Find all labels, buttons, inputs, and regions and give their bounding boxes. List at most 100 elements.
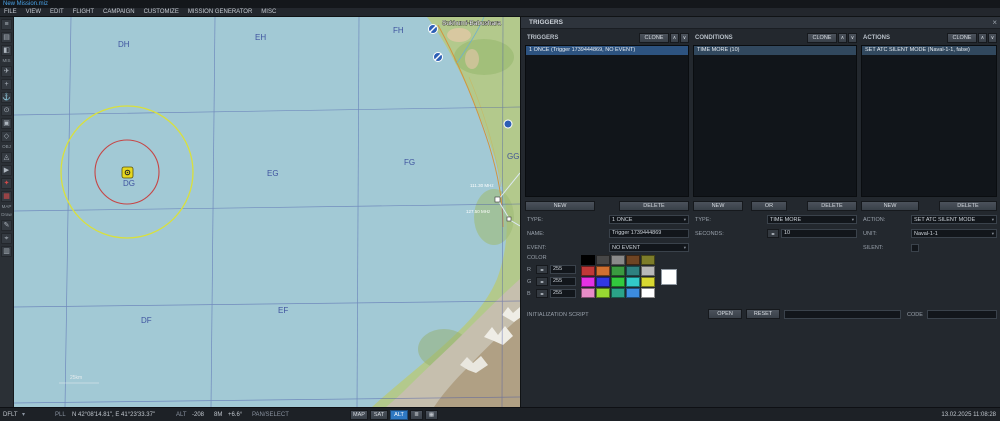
conditions-list[interactable]: TIME MORE (10) xyxy=(693,45,857,197)
close-icon[interactable]: × xyxy=(992,18,997,27)
palette-color-16[interactable] xyxy=(596,288,610,298)
palette-color-0[interactable] xyxy=(581,255,595,265)
palette-color-11[interactable] xyxy=(596,277,610,287)
condition-type-dropdown[interactable]: TIME MORE ▾ xyxy=(767,215,857,224)
open-script-button[interactable]: OPEN xyxy=(708,309,742,319)
delete-action-button[interactable]: DELETE xyxy=(939,201,997,211)
toolbar-add-template-icon[interactable]: ◇ xyxy=(1,131,12,142)
sat-layer-button[interactable]: SAT xyxy=(370,410,388,420)
palette-color-1[interactable] xyxy=(596,255,610,265)
chevron-down-icon[interactable]: ∨ xyxy=(848,33,857,43)
action-list-item[interactable]: SET ATC SILENT MODE (Naval-1-1, false) xyxy=(862,46,996,55)
palette-color-17[interactable] xyxy=(611,288,625,298)
palette-color-6[interactable] xyxy=(596,266,610,276)
reset-script-button[interactable]: RESET xyxy=(746,309,780,319)
palette-color-15[interactable] xyxy=(581,288,595,298)
clone-trigger-button[interactable]: CLONE xyxy=(639,33,669,43)
toolbar-bullseye-icon[interactable]: ✦ xyxy=(1,178,12,189)
silent-checkbox[interactable] xyxy=(911,244,919,252)
delete-trigger-button[interactable]: DELETE xyxy=(619,201,689,211)
grid-toggle-icon[interactable]: ▦ xyxy=(425,410,438,420)
palette-color-2[interactable] xyxy=(611,255,625,265)
beacon-icon[interactable] xyxy=(503,119,513,129)
menu-item-campaign[interactable]: CAMPAIGN xyxy=(103,9,135,15)
palette-color-13[interactable] xyxy=(626,277,640,287)
unit-icon[interactable] xyxy=(121,166,134,179)
or-condition-button[interactable]: OR xyxy=(751,201,787,211)
airfield-icon[interactable] xyxy=(433,52,443,62)
map-layer-button[interactable]: MAP xyxy=(350,410,368,420)
alt-layer-button[interactable]: ALT xyxy=(390,410,408,420)
toolbar-file-icon[interactable]: ▤ xyxy=(1,32,12,43)
menu-item-edit[interactable]: EDIT xyxy=(50,9,64,15)
toolbar-add-helicopter-icon[interactable]: + xyxy=(1,79,12,90)
chevron-down-icon[interactable]: ▾ xyxy=(22,408,25,421)
toolbar-add-trigger-zone-icon[interactable]: ◬ xyxy=(1,152,12,163)
palette-color-9[interactable] xyxy=(641,266,655,276)
blue-stepper[interactable]: ◂▸ xyxy=(536,289,548,298)
trigger-type-dropdown[interactable]: 1 ONCE ▾ xyxy=(609,215,689,224)
trigger-name-input[interactable]: Trigger 1739444869 xyxy=(609,229,689,238)
palette-color-7[interactable] xyxy=(611,266,625,276)
toolbar-add-waypoint-icon[interactable]: ▶ xyxy=(1,165,12,176)
green-stepper[interactable]: ◂▸ xyxy=(536,277,548,286)
trigger-list-item[interactable]: 1 ONCE (Trigger 1739444869, NO EVENT) xyxy=(526,46,688,55)
new-action-button[interactable]: NEW xyxy=(861,201,919,211)
profile-label[interactable]: DFLT xyxy=(3,408,18,421)
chevron-down-icon[interactable]: ∨ xyxy=(988,33,997,43)
seconds-input[interactable]: 10 xyxy=(781,229,857,238)
menu-item-view[interactable]: VIEW xyxy=(26,9,41,15)
palette-color-8[interactable] xyxy=(626,266,640,276)
triggers-list[interactable]: 1 ONCE (Trigger 1739444869, NO EVENT) xyxy=(525,45,689,197)
palette-color-14[interactable] xyxy=(641,277,655,287)
toolbar-main-menu-icon[interactable]: ≡ xyxy=(1,19,12,30)
action-type-dropdown[interactable]: SET ATC SILENT MODE ▾ xyxy=(911,215,997,224)
palette-color-3[interactable] xyxy=(626,255,640,265)
menu-item-customize[interactable]: CUSTOMIZE xyxy=(144,9,179,15)
toolbar-add-vehicle-icon[interactable]: ⊙ xyxy=(1,105,12,116)
palette-color-5[interactable] xyxy=(581,266,595,276)
red-stepper[interactable]: ◂▸ xyxy=(536,265,548,274)
palette-color-4[interactable] xyxy=(641,255,655,265)
new-condition-button[interactable]: NEW xyxy=(693,201,743,211)
clone-condition-button[interactable]: CLONE xyxy=(807,33,837,43)
green-value-input[interactable]: 255 xyxy=(550,277,576,286)
palette-color-18[interactable] xyxy=(626,288,640,298)
unit-dropdown[interactable]: Naval-1-1 ▾ xyxy=(911,229,997,238)
waypoint-icon[interactable] xyxy=(494,196,501,203)
layers-icon[interactable]: ≣ xyxy=(410,410,423,420)
toolbar-grid-overlay-icon[interactable]: ▦ xyxy=(1,191,12,202)
waypoint-icon[interactable] xyxy=(506,216,512,222)
palette-color-19[interactable] xyxy=(641,288,655,298)
toolbar-add-static-object-icon[interactable]: ▣ xyxy=(1,118,12,129)
selected-color-swatch[interactable] xyxy=(661,269,677,285)
menu-item-file[interactable]: FILE xyxy=(4,9,17,15)
red-value-input[interactable]: 255 xyxy=(550,265,576,274)
event-dropdown[interactable]: NO EVENT ▾ xyxy=(609,243,689,252)
airfield-icon[interactable] xyxy=(428,24,438,34)
toolbar-view-options-icon[interactable]: ◧ xyxy=(1,45,12,56)
script-path-input[interactable] xyxy=(784,310,901,319)
chevron-up-icon[interactable]: ∧ xyxy=(978,33,987,43)
toolbar-add-ship-icon[interactable]: ⚓ xyxy=(1,92,12,103)
toolbar-draw-tool-icon[interactable]: ✎ xyxy=(1,220,12,231)
actions-list[interactable]: SET ATC SILENT MODE (Naval-1-1, false) xyxy=(861,45,997,197)
code-input[interactable] xyxy=(927,310,997,319)
new-trigger-button[interactable]: NEW xyxy=(525,201,595,211)
palette-color-10[interactable] xyxy=(581,277,595,287)
blue-value-input[interactable]: 255 xyxy=(550,289,576,298)
toolbar-ruler-icon[interactable]: ⌖ xyxy=(1,233,12,244)
toolbar-add-airplane-icon[interactable]: ✈ xyxy=(1,66,12,77)
chevron-up-icon[interactable]: ∧ xyxy=(838,33,847,43)
delete-condition-button[interactable]: DELETE xyxy=(807,201,857,211)
condition-list-item[interactable]: TIME MORE (10) xyxy=(694,46,856,55)
chevron-up-icon[interactable]: ∧ xyxy=(670,33,679,43)
palette-color-12[interactable] xyxy=(611,277,625,287)
map-view[interactable]: DH EH FH DG EG FG GG DF EF 111.30 MHz 12… xyxy=(13,16,524,408)
seconds-stepper[interactable]: ◂▸ xyxy=(767,229,779,238)
clone-action-button[interactable]: CLONE xyxy=(947,33,977,43)
toolbar-map-layers-icon[interactable]: ▥ xyxy=(1,246,12,257)
menu-item-flight[interactable]: FLIGHT xyxy=(73,9,94,15)
menu-item-mission-generator[interactable]: MISSION GENERATOR xyxy=(188,9,252,15)
menu-item-misc[interactable]: MISC xyxy=(261,9,276,15)
